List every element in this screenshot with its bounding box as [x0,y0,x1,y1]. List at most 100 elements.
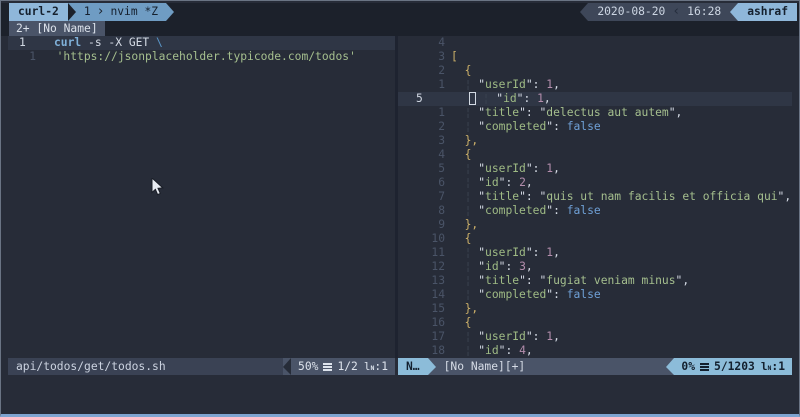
code-text: ¦ "userId": 1, [464,246,560,259]
code-text: }, [464,302,479,315]
powerline-separator-icon [666,358,675,375]
code-line[interactable]: 10 { [398,232,792,246]
lines-icon [323,362,333,365]
powerline-separator-icon [730,3,739,21]
code-line[interactable]: 1 curl -s -X GET \ [8,36,395,50]
line-col-icon: lN [760,359,772,373]
tmux-date: 2020-08-20 [597,5,666,18]
line-number: 2 [438,120,445,133]
line-number: 17 [431,330,445,343]
text-cursor [469,92,476,105]
code-line[interactable]: 17 ¦ "userId": 1, [398,330,792,344]
line-number: 1 [29,50,36,63]
tmux-user-label: ashraf [747,5,788,18]
code-line[interactable]: 16 { [398,316,792,330]
code-text: ¦ "title": "quis ut nam facilis et offic… [464,190,792,203]
code-line[interactable]: 2 ¦ "completed": false [398,120,792,134]
code-line[interactable]: 3 }, [398,134,792,148]
statusline-row: api/todos/get/todos.sh 50% 1/2 l N:1 N… [… [1,358,799,375]
tab-no-name[interactable]: 2+ [No Name] [9,21,105,36]
code-text: 'https://jsonplaceholder.typicode.com/to… [56,50,356,63]
code-line[interactable]: 5 ¦ "userId": 1, [398,162,792,176]
code-text: curl -s -X GET \ [54,36,163,49]
line-number: 8 [438,204,445,217]
line-number: 4 [438,148,445,161]
mouse-pointer-icon [151,178,164,196]
tmux-window-name: nvim *Z [110,5,159,18]
line-number: 1 [438,78,445,91]
line-number: 18 [431,344,445,357]
code-text: ¦ "completed": false [464,204,601,217]
powerline-separator-icon [67,3,76,21]
code-line[interactable]: 9 }, [398,218,792,232]
code-line[interactable]: 18 ¦ "id": 4, [398,344,792,358]
code-text: }, [464,218,479,231]
code-line[interactable]: 7 ¦ "title": "quis ut nam facilis et off… [398,190,792,204]
left-statusline: api/todos/get/todos.sh 50% 1/2 l N:1 [8,358,395,375]
code-line[interactable]: 4 [398,36,792,50]
line-number: 11 [431,246,445,259]
code-text: ¦ "userId": 1, [464,330,560,343]
tmux-left-segments: curl-2 1 › nvim *Z [9,3,175,21]
column-position: :1 [374,359,388,373]
command-line[interactable] [1,375,799,391]
code-line[interactable]: 15 }, [398,302,792,316]
code-text: }, [464,134,479,147]
line-col-icon: lN [363,359,375,373]
right-pane[interactable]: 4 3[2 {1 ¦ "userId": 1, 5 ¦ "id": 1, 1 ¦ "t… [398,36,792,358]
line-number: 5 [416,92,423,105]
code-line[interactable]: 3[ [398,50,792,64]
tmux-session-name: curl-2 [9,3,68,21]
left-statusline-position: 50% 1/2 l N:1 [291,358,395,375]
code-line[interactable]: 8 ¦ "completed": false [398,204,792,218]
line-number: 14 [431,288,445,301]
right-statusline: N… [No Name][+] 0% 5/1203 l N:1 [398,358,792,375]
line-number: 2 [438,64,445,77]
tmux-session-label: curl-2 [18,5,59,18]
line-number: 16 [431,316,445,329]
line-number: 10 [431,232,445,245]
line-number: 3 [438,134,445,147]
code-text: { [464,316,472,329]
code-line[interactable]: 14 ¦ "completed": false [398,288,792,302]
code-text: ¦ "completed": false [464,120,601,133]
powerline-separator-icon [580,3,589,21]
line-position: 5/1203 [714,359,755,373]
code-line[interactable]: 1 'https://jsonplaceholder.typicode.com/… [8,50,395,64]
right-statusline-position: 0% 5/1203 l N:1 [674,358,792,375]
line-number: 9 [438,218,445,231]
code-line[interactable]: 1 ¦ "title": "delectus aut autem", [398,106,792,120]
code-line[interactable]: 13 ¦ "title": "fugiat veniam minus", [398,274,792,288]
line-number: 7 [438,190,445,203]
code-text: ¦ "id": 4, [464,344,533,357]
code-line[interactable]: 1 ¦ "userId": 1, [398,78,792,92]
left-statusline-filename: api/todos/get/todos.sh [16,359,166,373]
code-line[interactable]: 4 { [398,148,792,162]
tmux-window-index: 1 [83,5,91,18]
tmux-time: 16:28 [687,5,722,18]
tmux-status-bar: curl-2 1 › nvim *Z 2020-08-20 ‹ 16:28 ashraf [1,3,799,21]
code-line[interactable]: 12 ¦ "id": 3, [398,260,792,274]
line-number: 5 [438,162,445,175]
code-text: ¦ "userId": 1, [464,162,560,175]
right-statusline-filename: [No Name][+] [443,359,526,373]
line-number: 15 [431,302,445,315]
line-number: 1 [438,106,445,119]
code-text: ¦ "title": "delectus aut autem", [464,106,683,119]
line-number: 12 [431,260,445,273]
code-text: [ [451,50,458,63]
code-text: ¦ "id": 3, [464,260,533,273]
editor-area: 1 curl -s -X GET \ 1 'https://jsonplacehol… [1,36,799,358]
left-pane[interactable]: 1 curl -s -X GET \ 1 'https://jsonplacehol… [8,36,395,358]
code-line[interactable]: 2 { [398,64,792,78]
line-number: 3 [438,50,445,63]
code-line[interactable]: 11 ¦ "userId": 1, [398,246,792,260]
code-line[interactable]: 6 ¦ "id": 2, [398,176,792,190]
tmux-window-tab[interactable]: 1 › nvim *Z [75,3,167,21]
code-text: ¦ "userId": 1, [464,78,560,91]
code-line[interactable]: 5 ¦ "id": 1, [398,92,792,106]
line-number: 13 [431,274,445,287]
chevron-left-icon: ‹ [672,4,681,19]
line-number: 6 [438,176,445,189]
